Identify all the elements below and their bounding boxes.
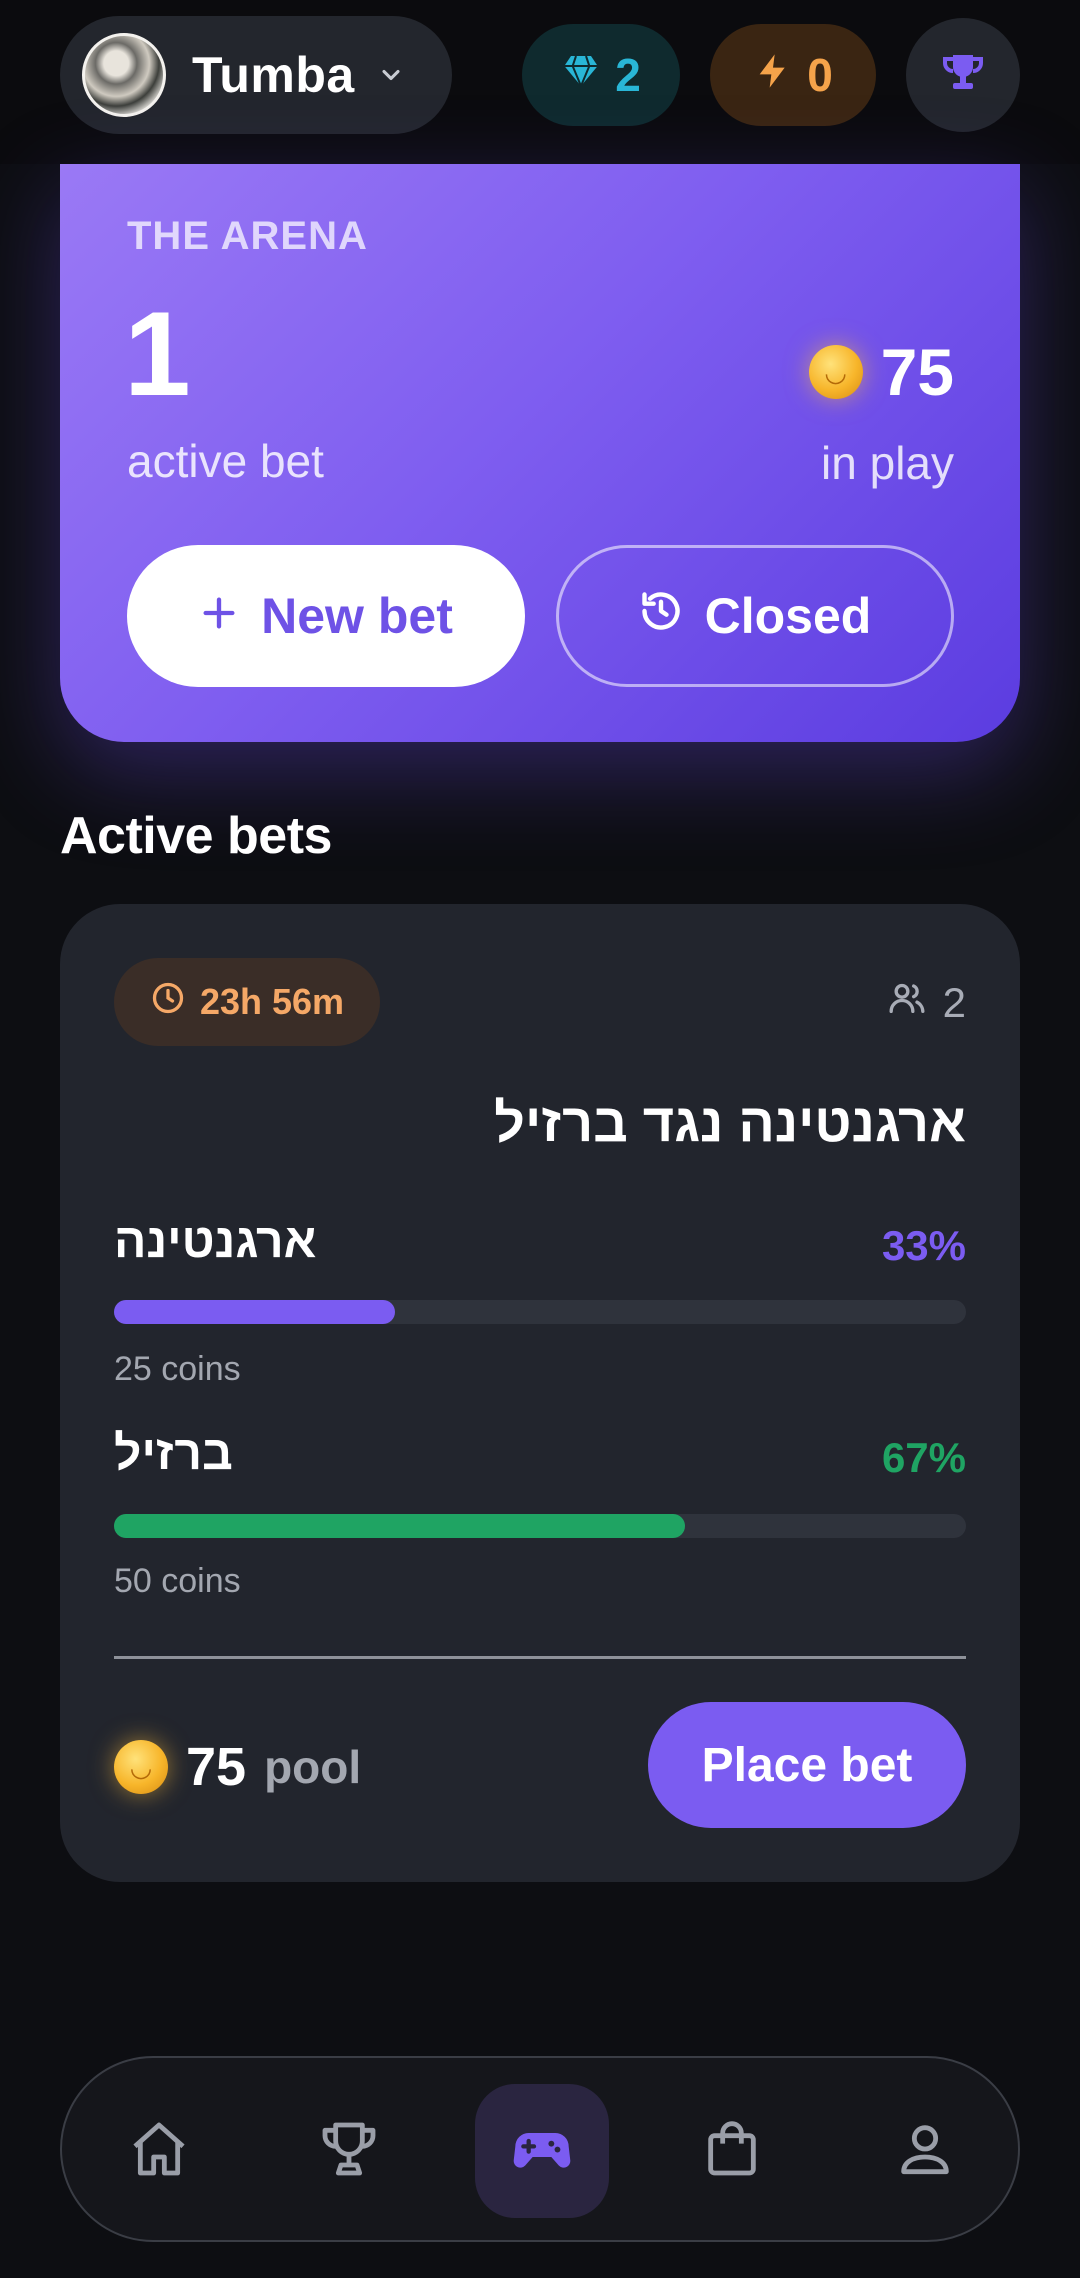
bet-card[interactable]: 23h 56m 2 ארגנטינה נגד ברזיל ארגנטינה 33… — [60, 904, 1020, 1882]
divider — [114, 1656, 966, 1659]
option-name[interactable]: ברזיל — [114, 1426, 233, 1481]
diamond-icon — [561, 48, 601, 102]
option-progress-fill — [114, 1300, 396, 1324]
active-bets-label: active bet — [127, 435, 324, 487]
option-name[interactable]: ארגנטינה — [114, 1214, 316, 1269]
option-progress-track — [114, 1300, 966, 1324]
active-bets-heading: Active bets — [60, 807, 332, 865]
top-bar: Tumba 2 0 — [0, 0, 1080, 164]
participants-value: 2 — [942, 979, 966, 1026]
energy-count: 0 — [807, 49, 833, 101]
time-remaining-badge: 23h 56m — [114, 958, 380, 1046]
pool-label: pool — [264, 1741, 362, 1793]
in-play-value: 75 — [880, 335, 954, 409]
clock-icon — [150, 980, 186, 1025]
users-icon — [887, 978, 927, 1028]
shopping-bag-icon — [700, 2117, 764, 2186]
place-bet-button[interactable]: Place bet — [648, 1702, 966, 1828]
new-bet-button[interactable]: New bet — [127, 545, 525, 687]
trophy-icon — [317, 2117, 381, 2186]
participants-count: 2 — [887, 978, 966, 1028]
bet-question: ארגנטינה נגד ברזיל — [114, 1092, 966, 1154]
profile-icon — [893, 2117, 957, 2186]
time-remaining: 23h 56m — [199, 981, 345, 1022]
option-percent: 33% — [881, 1222, 966, 1269]
history-icon — [639, 587, 683, 645]
active-bets-count: 1 — [124, 287, 191, 421]
gamepad-icon — [510, 2117, 574, 2186]
plus-icon — [199, 587, 239, 645]
group-avatar — [82, 33, 166, 117]
coin-icon: ◡ — [114, 1740, 168, 1794]
coin-icon: ◡ — [808, 345, 863, 399]
arena-title: THE ARENA — [127, 214, 368, 258]
bet-question-text: ארגנטינה נגד ברזיל — [494, 1093, 966, 1153]
in-play-total: ◡ 75 — [808, 334, 954, 410]
nav-leaderboard[interactable] — [282, 2084, 416, 2218]
nav-shop[interactable] — [665, 2084, 799, 2218]
pool-total: ◡ 75 pool — [114, 1736, 361, 1798]
new-bet-label: New bet — [261, 588, 453, 644]
leaderboard-button[interactable] — [906, 18, 1020, 132]
nav-profile[interactable] — [858, 2084, 992, 2218]
chevron-down-icon — [377, 61, 405, 89]
nav-arena[interactable] — [475, 2084, 609, 2218]
gems-count: 2 — [615, 49, 641, 101]
energy-counter[interactable]: 0 — [710, 24, 876, 126]
lightning-icon — [753, 48, 793, 102]
group-name: Tumba — [192, 47, 355, 103]
option-progress-track — [114, 1514, 966, 1538]
closed-bets-button[interactable]: Closed — [556, 545, 954, 687]
group-selector[interactable]: Tumba — [60, 16, 452, 134]
home-icon — [127, 2117, 191, 2186]
in-play-label: in play — [821, 437, 954, 489]
bottom-navigation — [60, 2056, 1020, 2242]
nav-home[interactable] — [92, 2084, 226, 2218]
pool-value: 75 — [186, 1737, 247, 1797]
arena-summary-card: THE ARENA 1 active bet ◡ 75 in play New … — [60, 164, 1020, 742]
option-percent: 67% — [881, 1434, 966, 1481]
option-coins: 50 coins — [114, 1562, 241, 1600]
trophy-icon — [939, 49, 987, 102]
closed-bets-label: Closed — [704, 588, 872, 644]
option-coins: 25 coins — [114, 1350, 241, 1388]
gems-counter[interactable]: 2 — [522, 24, 680, 126]
option-progress-fill — [114, 1514, 685, 1538]
